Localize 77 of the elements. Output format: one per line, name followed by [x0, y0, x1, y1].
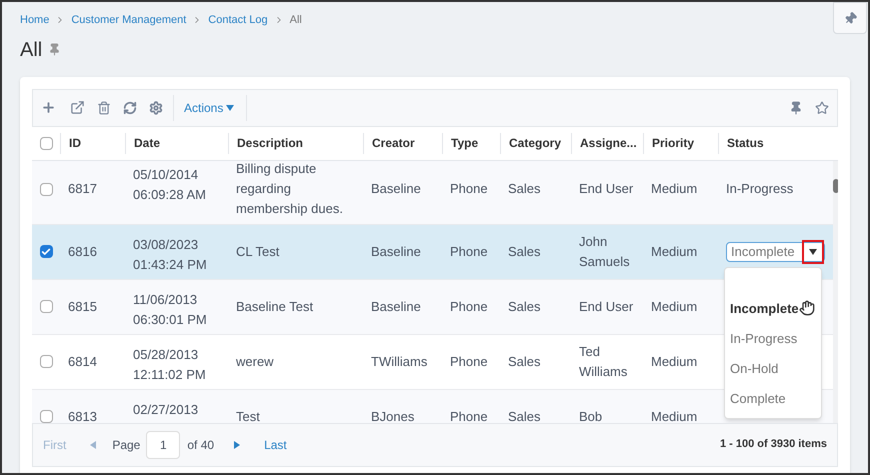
- category-cell-text: Sales: [508, 352, 541, 370]
- row-checkbox[interactable]: [40, 245, 52, 258]
- column-header[interactable]: Description: [237, 134, 304, 152]
- dropdown-arrow-button[interactable]: [802, 240, 824, 264]
- row-checkbox[interactable]: [40, 300, 52, 313]
- hand-cursor-icon: [799, 300, 815, 316]
- dropdown-option[interactable]: Complete: [730, 388, 786, 408]
- description-cell-text: CL Test: [236, 242, 280, 260]
- date-cell-text: 11/06/2013 06:30:01 PM: [133, 290, 207, 328]
- table-row[interactable]: 6817 05/10/2014 06:09:28 AM Billing dispute regarding membership dues. Baseline Phone Sales End User Medium In-Progress: [32, 160, 833, 224]
- category-cell-text: Sales: [508, 242, 541, 260]
- breadcrumb-link[interactable]: Contact Log: [208, 12, 268, 28]
- id-cell-text: 6815: [68, 298, 97, 316]
- creator-cell-text: Baseline: [371, 242, 421, 260]
- star-icon[interactable]: [815, 100, 829, 114]
- next-page-icon[interactable]: [234, 440, 240, 448]
- row-checkbox[interactable]: [40, 182, 52, 196]
- column-header[interactable]: Category: [509, 134, 562, 152]
- creator-cell-text: Baseline: [371, 298, 421, 316]
- row-checkbox[interactable]: [40, 355, 52, 368]
- item-count: 1 - 100 of 3930 items: [720, 437, 827, 452]
- assignee-cell-text: John Samuels: [579, 232, 631, 270]
- assignee-cell-text: End User: [579, 298, 634, 316]
- id-cell-text: 6814: [68, 352, 97, 370]
- caret-icon[interactable]: [809, 248, 817, 254]
- open-external-icon[interactable]: [70, 100, 85, 115]
- column-header[interactable]: Type: [451, 134, 478, 152]
- dropdown-option[interactable]: On-Hold: [730, 358, 778, 378]
- category-cell-text: Sales: [508, 298, 541, 316]
- type-cell-text: Phone: [450, 298, 488, 316]
- breadcrumb-link[interactable]: Home: [20, 12, 50, 28]
- breadcrumb-link[interactable]: Customer Management: [71, 12, 186, 28]
- id-cell-text: 6817: [68, 180, 97, 198]
- status-select[interactable]: Incomplete: [726, 242, 825, 262]
- pin-button[interactable]: [833, 2, 867, 34]
- column-header[interactable]: Assigne...: [580, 134, 637, 152]
- page-label: Page: [112, 436, 140, 454]
- description-cell-text: Baseline Test: [236, 298, 314, 316]
- refresh-icon[interactable]: [123, 100, 137, 114]
- actions-dropdown[interactable]: Actions: [184, 98, 234, 116]
- assignee-cell-text: Ted Williams: [579, 342, 628, 380]
- id-cell-text: 6816: [68, 242, 97, 260]
- priority-cell-text: Medium: [651, 180, 698, 198]
- trash-icon[interactable]: [97, 100, 111, 114]
- creator-cell-text: Baseline: [371, 180, 421, 198]
- dropdown-option[interactable]: Incomplete: [730, 298, 799, 318]
- pin-icon[interactable]: [48, 43, 62, 56]
- date-cell-text: 05/28/2013 12:11:02 PM: [133, 346, 206, 384]
- type-cell-text: Phone: [450, 242, 488, 260]
- pin-icon[interactable]: [789, 100, 803, 114]
- select-all-checkbox[interactable]: [40, 136, 52, 150]
- date-cell-text: 02/27/2013: [133, 400, 198, 418]
- type-cell-text: Phone: [450, 352, 488, 370]
- column-header[interactable]: Creator: [372, 134, 415, 152]
- page-input[interactable]: 1: [146, 430, 180, 458]
- description-cell-text: Billing dispute regarding membership dues.: [236, 160, 344, 218]
- date-cell-text: 03/08/2023 01:43:24 PM: [133, 236, 207, 274]
- type-cell-text: Phone: [450, 180, 488, 198]
- column-header[interactable]: Priority: [652, 134, 694, 152]
- category-cell-text: Sales: [508, 180, 541, 198]
- priority-cell-text: Medium: [651, 242, 698, 260]
- row-checkbox[interactable]: [40, 410, 52, 422]
- priority-cell-text: Medium: [651, 298, 698, 316]
- column-header[interactable]: ID: [69, 134, 81, 152]
- date-cell-text: 05/10/2014 06:09:28 AM: [133, 166, 206, 204]
- description-cell-text: werew: [236, 352, 274, 370]
- page-title: All: [20, 38, 42, 62]
- status-cell-text: In-Progress: [726, 180, 794, 198]
- last-page-link[interactable]: Last: [264, 436, 287, 454]
- priority-cell-text: Medium: [651, 352, 698, 370]
- creator-cell-text: TWilliams: [371, 352, 428, 370]
- assignee-cell-text: End User: [579, 180, 634, 198]
- column-header[interactable]: Date: [134, 134, 160, 152]
- add-icon[interactable]: [41, 100, 56, 115]
- page-count: of 40: [187, 436, 214, 454]
- settings-icon[interactable]: [149, 100, 163, 114]
- column-header[interactable]: Status: [727, 134, 764, 152]
